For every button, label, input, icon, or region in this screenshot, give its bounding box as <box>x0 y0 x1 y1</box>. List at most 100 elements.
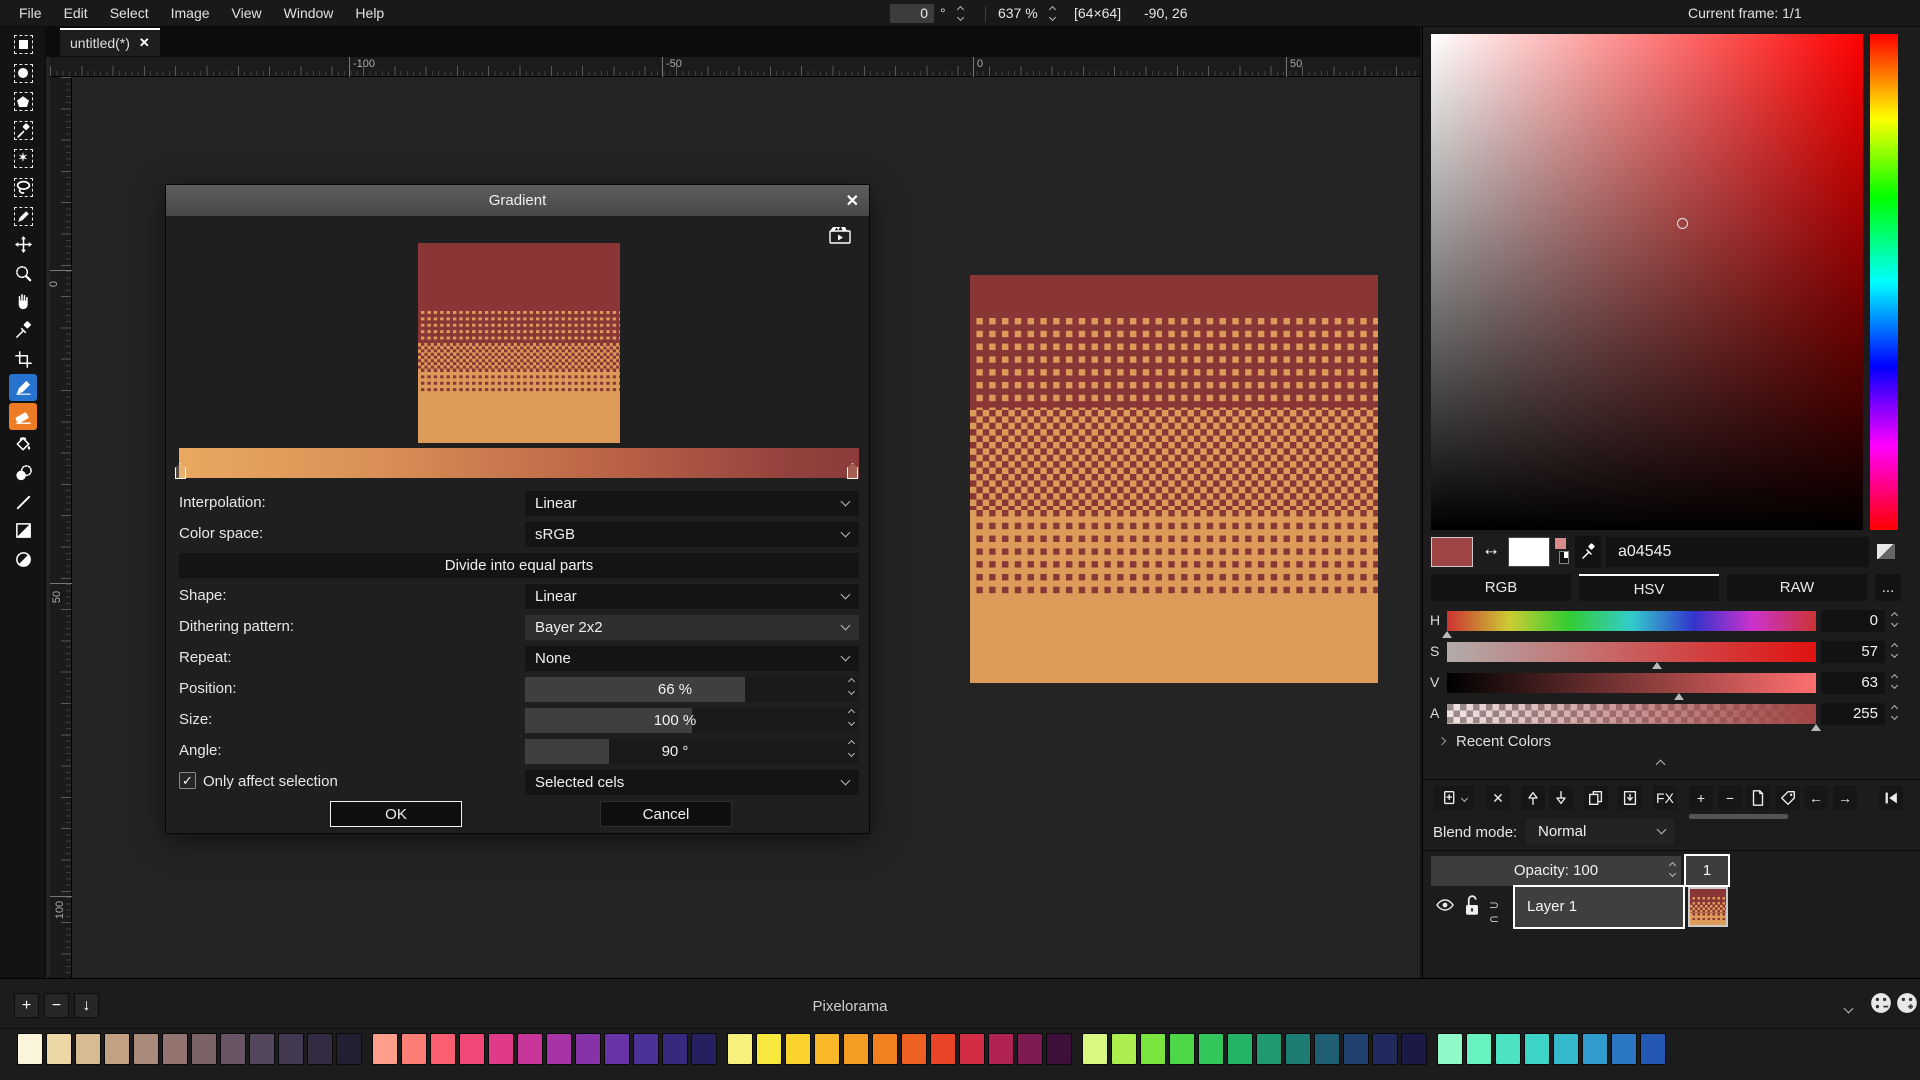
ok-button[interactable]: OK <box>330 801 462 827</box>
palette-swatch[interactable] <box>1082 1033 1108 1065</box>
dialog-close-icon[interactable]: ✕ <box>846 191 859 211</box>
palette-swatch[interactable] <box>104 1033 130 1065</box>
menu-edit[interactable]: Edit <box>53 0 99 27</box>
rectangle-tool[interactable] <box>9 517 37 544</box>
s-spinner[interactable] <box>1892 644 1897 657</box>
merge-down-layer-button[interactable] <box>1618 786 1642 810</box>
palette-swatch[interactable] <box>162 1033 188 1065</box>
blend-mode-dropdown[interactable]: Normal <box>1526 819 1674 844</box>
palette-swatch[interactable] <box>459 1033 485 1065</box>
pan-tool[interactable] <box>9 288 37 315</box>
h-slider[interactable] <box>1447 611 1816 631</box>
palette-swatch[interactable] <box>1401 1033 1427 1065</box>
timeline-scrollbar[interactable] <box>1689 814 1788 819</box>
menu-file[interactable]: File <box>8 0 53 27</box>
s-slider[interactable] <box>1447 642 1816 662</box>
palette-swatch[interactable] <box>1227 1033 1253 1065</box>
swap-colors-icon[interactable]: ↔ <box>1478 539 1504 565</box>
a-value[interactable]: 255 <box>1821 703 1885 725</box>
palette-swatch[interactable] <box>307 1033 333 1065</box>
color-picker-tool[interactable] <box>9 317 37 344</box>
size-spinner[interactable] <box>849 710 854 725</box>
palette-swatch[interactable] <box>75 1033 101 1065</box>
palette-swatch[interactable] <box>430 1033 456 1065</box>
palette-swatch[interactable] <box>1611 1033 1637 1065</box>
eraser-tool[interactable] <box>9 403 37 430</box>
recent-colors-row[interactable]: Recent Colors <box>1423 732 1920 754</box>
cel-link-icon[interactable]: ⊃ ⊂ <box>1489 898 1515 914</box>
ellipse-tool[interactable] <box>9 546 37 573</box>
palette-swatch[interactable] <box>959 1033 985 1065</box>
gradient-bar[interactable] <box>179 448 859 478</box>
size-spinbox[interactable]: 100 % <box>525 708 859 733</box>
tab-hsv[interactable]: HSV <box>1579 574 1719 601</box>
palette-swatch[interactable] <box>220 1033 246 1065</box>
palette-swatch[interactable] <box>727 1033 753 1065</box>
picker-cursor[interactable] <box>1677 218 1688 229</box>
v-value[interactable]: 63 <box>1821 672 1885 694</box>
palette-swatch[interactable] <box>546 1033 572 1065</box>
layer-fx-button[interactable]: FX <box>1653 786 1677 810</box>
repeat-dropdown[interactable]: None <box>525 646 859 671</box>
new-palette-icon[interactable] <box>1895 991 1919 1015</box>
palette-swatch[interactable] <box>1495 1033 1521 1065</box>
color-select-tool[interactable] <box>9 117 37 144</box>
layer-name-input[interactable]: Layer 1 <box>1513 885 1685 929</box>
opacity-slider[interactable]: Opacity: 100 <box>1431 856 1681 886</box>
s-value[interactable]: 57 <box>1821 641 1885 663</box>
slider-marker[interactable] <box>1652 662 1662 669</box>
palette-swatch[interactable] <box>843 1033 869 1065</box>
angle-spinner[interactable] <box>849 741 854 756</box>
palette-swatch[interactable] <box>249 1033 275 1065</box>
rectangle-select-tool[interactable] <box>9 31 37 58</box>
only-affect-selection-checkbox[interactable]: ✓ <box>179 772 196 789</box>
cancel-button[interactable]: Cancel <box>600 801 732 827</box>
collapse-panel-icon[interactable] <box>1657 755 1664 771</box>
palette-swatch[interactable] <box>46 1033 72 1065</box>
edit-palette-icon[interactable] <box>1869 991 1893 1015</box>
palette-swatch[interactable] <box>372 1033 398 1065</box>
hex-color-input[interactable]: a04545 <box>1606 537 1869 567</box>
palette-swatch[interactable] <box>1524 1033 1550 1065</box>
rotation-spinner[interactable] <box>958 7 963 20</box>
palette-swatch[interactable] <box>1046 1033 1072 1065</box>
move-frame-right-button[interactable]: → <box>1833 786 1857 810</box>
palette-swatch[interactable] <box>517 1033 543 1065</box>
primary-color-swatch[interactable] <box>1431 537 1473 567</box>
palette-swatch[interactable] <box>1640 1033 1666 1065</box>
palette-swatch[interactable] <box>1466 1033 1492 1065</box>
slider-marker[interactable] <box>1442 631 1452 638</box>
palette-swatch[interactable] <box>814 1033 840 1065</box>
palette-swatch[interactable] <box>1256 1033 1282 1065</box>
ellipse-select-tool[interactable] <box>9 60 37 87</box>
palette-swatch[interactable] <box>756 1033 782 1065</box>
palette-swatch[interactable] <box>191 1033 217 1065</box>
h-spinner[interactable] <box>1892 613 1897 626</box>
move-frame-left-button[interactable]: ← <box>1804 786 1828 810</box>
palette-swatch[interactable] <box>575 1033 601 1065</box>
menu-image[interactable]: Image <box>160 0 221 27</box>
delete-layer-button[interactable]: ✕ <box>1486 786 1510 810</box>
tab-untitled[interactable]: untitled(*) ✕ <box>60 28 160 56</box>
new-layer-button[interactable] <box>1434 786 1474 810</box>
palette-swatch[interactable] <box>1343 1033 1369 1065</box>
cels-dropdown[interactable]: Selected cels <box>525 770 859 795</box>
palette-swatch[interactable] <box>1553 1033 1579 1065</box>
rotation-input[interactable]: 0 <box>890 4 934 23</box>
palette-swatch[interactable] <box>633 1033 659 1065</box>
secondary-color-swatch[interactable] <box>1508 537 1550 567</box>
canvas-image[interactable] <box>970 275 1378 683</box>
palette-swatch[interactable] <box>785 1033 811 1065</box>
zoom-level[interactable]: 637 % <box>998 5 1038 21</box>
tab-close-icon[interactable]: ✕ <box>139 35 150 51</box>
v-spinner[interactable] <box>1892 675 1897 688</box>
palette-swatch[interactable] <box>133 1033 159 1065</box>
palette-swatch[interactable] <box>401 1033 427 1065</box>
slider-marker[interactable] <box>1674 693 1684 700</box>
move-tool[interactable] <box>9 231 37 258</box>
layer-thumbnail[interactable] <box>1688 887 1728 927</box>
eyedropper-button[interactable] <box>1575 536 1601 568</box>
colorspace-dropdown[interactable]: sRGB <box>525 522 859 547</box>
palette-swatch[interactable] <box>604 1033 630 1065</box>
crop-tool[interactable] <box>9 346 37 373</box>
